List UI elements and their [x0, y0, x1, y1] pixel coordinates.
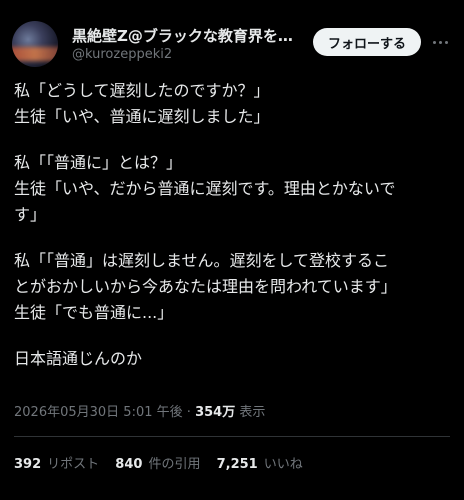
- engagement-stats: 392 リポスト 840 件の引用 7,251 いいね: [14, 456, 315, 474]
- view-count: 354万: [195, 405, 236, 420]
- follow-button[interactable]: フォローする: [313, 28, 421, 56]
- quotes-stat[interactable]: 840 件の引用: [115, 456, 200, 474]
- tweet-line: 生徒「いや、だから普通に遅刻です。理由とかないで: [14, 179, 396, 198]
- quotes-count: 840: [115, 457, 143, 472]
- divider: [14, 436, 450, 437]
- likes-stat[interactable]: 7,251 いいね: [217, 456, 303, 474]
- tweet-line: 日本語通じんのか: [14, 349, 143, 368]
- reposts-stat[interactable]: 392 リポスト: [14, 456, 99, 474]
- view-label: 表示: [239, 405, 266, 420]
- reposts-count: 392: [14, 457, 42, 472]
- author-name[interactable]: 黒絶壁Z@ブラックな教育界を…: [72, 27, 302, 45]
- timestamp[interactable]: 2026年05月30日 5:01 午後: [14, 405, 183, 420]
- tweet-line: 私「「普通」は遅刻しません。遅刻をして登校するこ: [14, 251, 390, 270]
- tweet-line: とがおかしいから今あなたは理由を問われています」: [14, 277, 397, 296]
- likes-label: いいね: [263, 457, 303, 472]
- more-dot: [444, 40, 448, 44]
- quotes-label: 件の引用: [148, 457, 201, 472]
- reposts-label: リポスト: [47, 457, 100, 472]
- tweet-meta: 2026年05月30日 5:01 午後 · 354万 表示: [14, 404, 265, 422]
- tweet-text: 私「どうして遅刻したのですか？」 生徒「いや、普通に遅刻しました」 私「「普通に…: [14, 78, 454, 372]
- tweet-line: 生徒「いや、普通に遅刻しました」: [14, 107, 270, 126]
- meta-separator: ·: [186, 405, 191, 420]
- tweet-line: 私「どうして遅刻したのですか？」: [14, 81, 270, 100]
- likes-count: 7,251: [216, 457, 258, 472]
- more-dot: [432, 40, 436, 44]
- tweet-header: 黒絶壁Z@ブラックな教育界を… @kurozeppeki2 フォローする: [0, 0, 464, 70]
- author-handle[interactable]: @kurozeppeki2: [72, 47, 172, 63]
- tweet-line: 私「「普通に」とは？」: [14, 153, 183, 172]
- more-options-icon[interactable]: [430, 32, 450, 52]
- more-dot: [438, 40, 442, 44]
- avatar[interactable]: [12, 21, 58, 67]
- tweet-line: す」: [14, 205, 47, 224]
- tweet-line: 生徒「でも普通に...」: [14, 303, 174, 322]
